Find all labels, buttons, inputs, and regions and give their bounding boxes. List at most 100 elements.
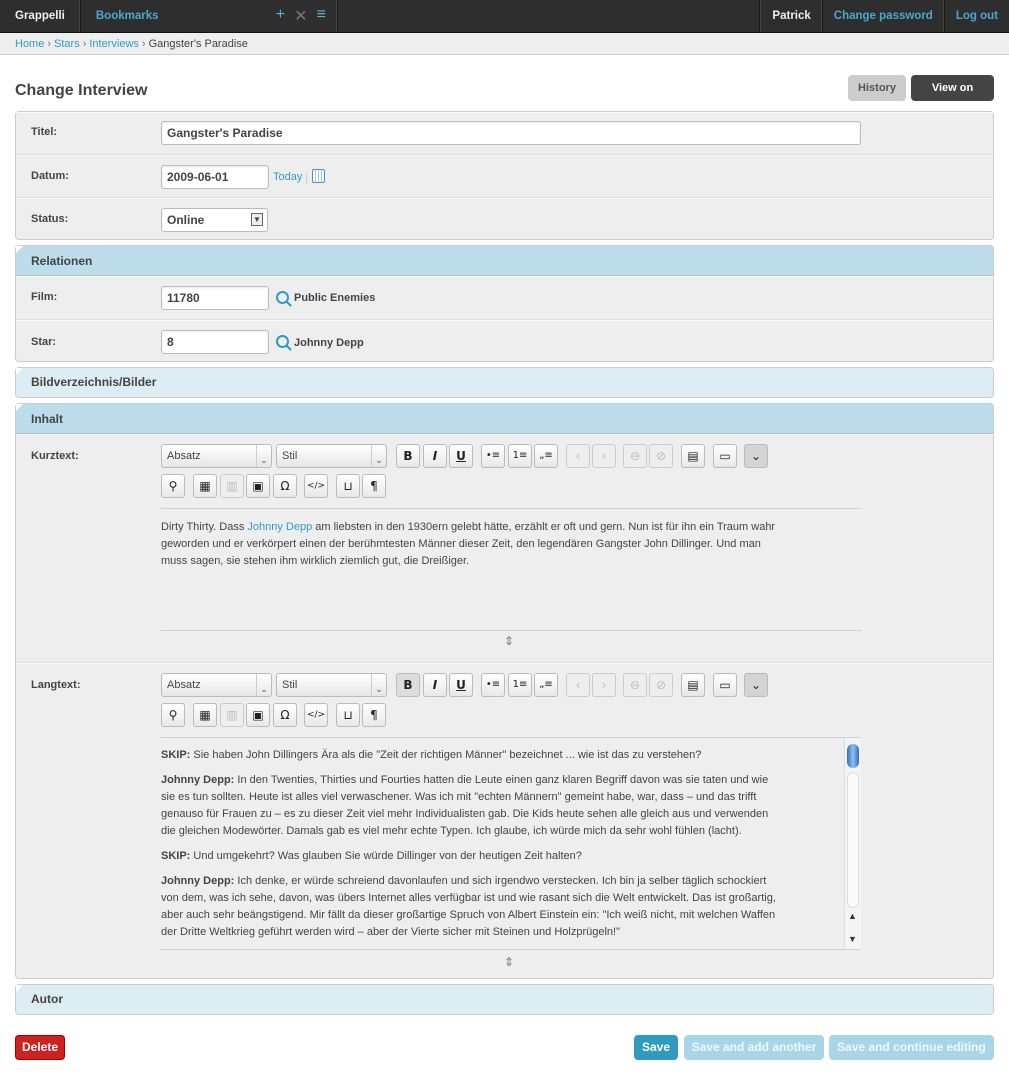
breadcrumb-current: Gangster's Paradise bbox=[148, 38, 248, 50]
langtext-paragraph: SKIP: Sie haben John Dillingers Ära als … bbox=[161, 747, 776, 764]
datum-input[interactable] bbox=[161, 165, 269, 189]
toggle-toolbar-button[interactable]: ⌄ bbox=[744, 444, 768, 468]
langtext-content[interactable]: SKIP: Sie haben John Dillingers Ära als … bbox=[161, 747, 776, 949]
autor-fieldset: Autor bbox=[15, 984, 994, 1015]
change-password-link[interactable]: Change password bbox=[823, 0, 945, 32]
paste-word-button[interactable]: ▦ bbox=[193, 703, 217, 727]
kurztext-label: Kurztext: bbox=[31, 450, 79, 462]
star-id-input[interactable] bbox=[161, 330, 269, 354]
table-button[interactable]: ▥ bbox=[220, 703, 244, 727]
search-replace-button[interactable]: ⚲ bbox=[161, 703, 185, 727]
scrollbar-track bbox=[847, 772, 859, 908]
underline-button[interactable]: U bbox=[449, 673, 473, 697]
html-source-button[interactable]: </> bbox=[304, 703, 328, 727]
bilder-heading[interactable]: Bildverzeichnis/Bilder bbox=[16, 368, 993, 397]
unlink-button[interactable]: ⊘ bbox=[649, 673, 673, 697]
search-replace-button[interactable]: ⚲ bbox=[161, 474, 185, 498]
outdent-button[interactable]: ‹ bbox=[566, 444, 590, 468]
scroll-down-icon[interactable]: ▼ bbox=[848, 934, 857, 944]
breadcrumb-stars[interactable]: Stars bbox=[54, 38, 80, 50]
resize-handle-icon[interactable]: ⇕ bbox=[504, 634, 514, 648]
insert-media-button[interactable]: ▣ bbox=[246, 703, 270, 727]
show-blocks-button[interactable]: ¶ bbox=[362, 474, 386, 498]
add-bookmark-icon[interactable]: + bbox=[276, 6, 285, 26]
status-select[interactable]: Online ▼ bbox=[161, 208, 268, 232]
fullscreen-button[interactable]: ▭ bbox=[713, 673, 737, 697]
unlink-button[interactable]: ⊘ bbox=[649, 444, 673, 468]
show-blocks-button[interactable]: ¶ bbox=[362, 703, 386, 727]
johnny-depp-link[interactable]: Johnny Depp bbox=[247, 521, 312, 533]
chevron-down-icon: ⌄ bbox=[256, 445, 271, 467]
remove-bookmark-icon[interactable]: ✕ bbox=[294, 6, 307, 26]
blockquote-button[interactable]: „≡ bbox=[534, 673, 558, 697]
kurztext-editor[interactable]: Dirty Thirty. Dass Johnny Depp am liebst… bbox=[161, 508, 861, 631]
inhalt-heading[interactable]: Inhalt bbox=[16, 404, 993, 434]
link-button[interactable]: ⊖ bbox=[623, 673, 647, 697]
style-select[interactable]: Stil ⌄ bbox=[276, 673, 387, 697]
blockquote-button[interactable]: „≡ bbox=[534, 444, 558, 468]
scroll-up-icon[interactable]: ▲ bbox=[848, 911, 857, 921]
media-button[interactable]: ▤ bbox=[681, 673, 705, 697]
calendar-icon[interactable] bbox=[312, 169, 325, 183]
logout-link[interactable]: Log out bbox=[945, 0, 1009, 32]
style-select[interactable]: Stil ⌄ bbox=[276, 444, 387, 468]
visual-aid-button[interactable]: ⊔ bbox=[336, 474, 360, 498]
fullscreen-button[interactable]: ▭ bbox=[713, 444, 737, 468]
outdent-button[interactable]: ‹ bbox=[566, 673, 590, 697]
delete-button[interactable]: Delete bbox=[15, 1035, 65, 1060]
numbered-list-button[interactable]: 1≡ bbox=[508, 444, 532, 468]
langtext-scrollbar[interactable]: ▲ ▼ bbox=[844, 738, 861, 949]
bookmarks-label[interactable]: Bookmarks bbox=[96, 10, 159, 22]
numbered-list-button[interactable]: 1≡ bbox=[508, 673, 532, 697]
insert-media-button[interactable]: ▣ bbox=[246, 474, 270, 498]
italic-button[interactable]: I bbox=[423, 673, 447, 697]
user-menu[interactable]: Patrick bbox=[760, 0, 823, 32]
today-link[interactable]: Today bbox=[273, 171, 302, 183]
format-select[interactable]: Absatz ⌄ bbox=[161, 444, 272, 468]
list-bookmarks-icon[interactable]: ≡ bbox=[317, 6, 326, 26]
datum-label: Datum: bbox=[31, 170, 69, 182]
media-button[interactable]: ▤ bbox=[681, 444, 705, 468]
save-and-add-another-button[interactable]: Save and add another bbox=[684, 1035, 824, 1060]
indent-button[interactable]: › bbox=[592, 673, 616, 697]
titel-input[interactable] bbox=[161, 121, 861, 145]
history-button[interactable]: History bbox=[848, 75, 906, 101]
kurztext-content[interactable]: Dirty Thirty. Dass Johnny Depp am liebst… bbox=[161, 519, 781, 570]
status-label: Status: bbox=[31, 213, 69, 225]
autor-heading[interactable]: Autor bbox=[16, 985, 993, 1014]
breadcrumb-interviews[interactable]: Interviews bbox=[89, 38, 139, 50]
special-character-button[interactable]: Ω bbox=[273, 474, 297, 498]
scrollbar-thumb[interactable] bbox=[847, 744, 859, 768]
paste-word-button[interactable]: ▦ bbox=[193, 474, 217, 498]
status-select-value: Online bbox=[167, 213, 205, 227]
autor-heading-label: Autor bbox=[31, 992, 63, 1006]
table-button[interactable]: ▥ bbox=[220, 474, 244, 498]
brand[interactable]: Grappelli bbox=[0, 0, 81, 32]
speaker-label: Johnny Depp: bbox=[161, 875, 235, 887]
langtext-editor[interactable]: SKIP: Sie haben John Dillingers Ära als … bbox=[161, 737, 861, 950]
relationen-heading[interactable]: Relationen bbox=[16, 246, 993, 276]
save-button[interactable]: Save bbox=[634, 1035, 678, 1060]
save-and-continue-button[interactable]: Save and continue editing bbox=[829, 1035, 994, 1060]
indent-button[interactable]: › bbox=[592, 444, 616, 468]
paragraph-text: Ich denke, er würde schreiend davonlaufe… bbox=[161, 875, 776, 938]
bullet-list-button[interactable]: •≡ bbox=[481, 444, 505, 468]
underline-button[interactable]: U bbox=[449, 444, 473, 468]
film-lookup-search-icon[interactable] bbox=[276, 291, 289, 304]
bold-button[interactable]: B bbox=[396, 444, 420, 468]
format-select[interactable]: Absatz ⌄ bbox=[161, 673, 272, 697]
bullet-list-button[interactable]: •≡ bbox=[481, 673, 505, 697]
bold-button[interactable]: B bbox=[396, 673, 420, 697]
resize-handle-icon[interactable]: ⇕ bbox=[504, 955, 514, 969]
link-button[interactable]: ⊖ bbox=[623, 444, 647, 468]
special-character-button[interactable]: Ω bbox=[273, 703, 297, 727]
italic-button[interactable]: I bbox=[423, 444, 447, 468]
star-lookup-search-icon[interactable] bbox=[276, 335, 289, 348]
visual-aid-button[interactable]: ⊔ bbox=[336, 703, 360, 727]
film-id-input[interactable] bbox=[161, 286, 269, 310]
breadcrumb-home[interactable]: Home bbox=[15, 38, 44, 50]
bookmarks-menu[interactable]: Bookmarks + ✕ ≡ bbox=[81, 0, 338, 32]
html-source-button[interactable]: </> bbox=[304, 474, 328, 498]
toggle-toolbar-button[interactable]: ⌄ bbox=[744, 673, 768, 697]
view-on-site-button[interactable]: View on site bbox=[911, 75, 994, 120]
